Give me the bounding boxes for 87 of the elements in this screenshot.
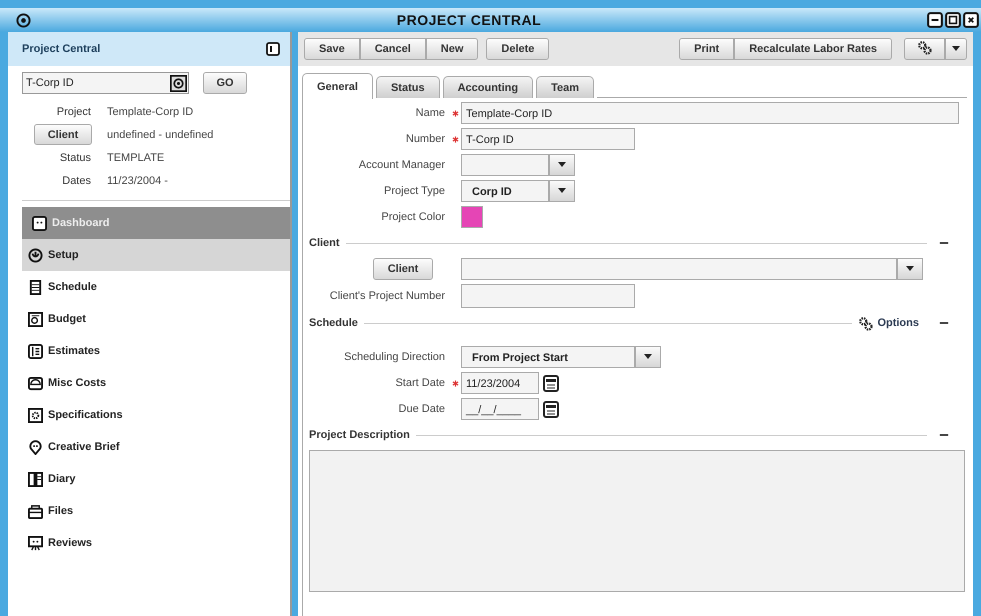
calendar-icon[interactable] <box>541 399 561 419</box>
gears-icon <box>917 40 932 55</box>
gears-icon <box>858 316 874 330</box>
target-icon[interactable] <box>170 74 187 92</box>
info-label: Project <box>56 106 91 118</box>
caret-icon <box>558 188 566 194</box>
caret-icon <box>906 266 914 272</box>
app-icon <box>16 12 31 28</box>
tab[interactable]: Status <box>376 76 440 98</box>
list-icon <box>28 280 43 294</box>
toolbar-button[interactable]: Print <box>679 38 734 60</box>
briefcase-icon <box>28 504 43 518</box>
sidebar-title: Project Central <box>22 43 100 55</box>
settings-button[interactable] <box>904 38 945 60</box>
info-value: 11/23/2004 - <box>107 174 168 186</box>
section-title: Client <box>309 237 340 249</box>
nav-item[interactable]: Estimates <box>22 335 290 367</box>
panel-icon[interactable] <box>266 42 280 56</box>
info-value: Template-Corp ID <box>107 106 194 118</box>
go-button[interactable]: GO <box>203 72 247 94</box>
caret-icon <box>644 354 652 360</box>
caret-icon <box>952 46 960 52</box>
toolbar-button[interactable]: Recalculate Labor Rates <box>734 38 892 60</box>
toolbar-button[interactable]: Cancel <box>360 38 426 60</box>
info-value: TEMPLATE <box>107 152 164 164</box>
dropdown-button[interactable] <box>549 154 575 176</box>
info-value: undefined - undefined <box>107 128 214 140</box>
section-title: Schedule <box>309 317 358 329</box>
close-icon[interactable] <box>963 12 979 28</box>
description-field[interactable] <box>309 450 965 592</box>
text-field[interactable]: T-Corp ID <box>461 128 635 150</box>
date-field[interactable]: __/__/____ <box>461 398 539 420</box>
monitor-icon <box>32 216 47 230</box>
date-field[interactable]: 11/23/2004 <box>461 372 539 394</box>
field-label: Due Date <box>398 403 446 415</box>
section-title: Project Description <box>309 429 410 441</box>
toolbar-button[interactable]: New <box>426 38 478 60</box>
nav-item[interactable]: Reviews <box>22 527 290 559</box>
calendar-icon[interactable] <box>541 373 561 393</box>
options-button[interactable]: Options <box>858 316 919 330</box>
client-button[interactable]: Client <box>373 258 433 280</box>
dropdown-field[interactable] <box>461 258 897 280</box>
info-label: Dates <box>62 174 91 186</box>
field-label: Project Type <box>383 185 446 197</box>
caret-icon <box>558 162 566 168</box>
field-label: Client's Project Number <box>328 290 446 302</box>
toolbar-button[interactable]: Delete <box>486 38 550 60</box>
nav-item[interactable]: Files <box>22 495 290 527</box>
field-label: Account Manager <box>358 159 446 171</box>
field-label: Name <box>414 107 446 119</box>
dropdown-button[interactable] <box>549 180 575 202</box>
tray-icon <box>28 376 43 390</box>
nav-item[interactable]: Creative Brief <box>22 431 290 463</box>
nav-item[interactable]: Diary <box>22 463 290 495</box>
minimize-icon[interactable] <box>927 12 943 28</box>
toolbar-button[interactable]: Save <box>304 38 360 60</box>
nav-item[interactable]: Setup <box>22 239 290 271</box>
window-title: PROJECT CENTRAL <box>396 12 542 28</box>
pin-icon <box>28 440 43 454</box>
dropdown-field[interactable]: Corp ID <box>461 180 549 202</box>
dropdown-field[interactable] <box>461 154 549 176</box>
tab[interactable]: General <box>302 73 373 99</box>
gear-icon <box>28 408 43 422</box>
tab[interactable]: Accounting <box>442 76 534 98</box>
dropdown-button[interactable] <box>945 38 967 60</box>
field-label: Project Color <box>380 211 446 223</box>
search-field[interactable]: T-Corp ID <box>22 72 189 94</box>
dropdown-button[interactable] <box>897 258 923 280</box>
book-icon <box>28 472 43 486</box>
field-label: Scheduling Direction <box>343 351 446 363</box>
text-field[interactable] <box>461 284 635 308</box>
dropdown-field[interactable]: From Project Start <box>461 346 635 368</box>
info-label: Status <box>60 152 91 164</box>
field-label: Number <box>404 133 446 145</box>
easel-icon <box>28 536 43 550</box>
text-field[interactable]: Template-Corp ID <box>461 102 959 124</box>
dropdown-button[interactable] <box>635 346 661 368</box>
nav-item[interactable]: Budget <box>22 303 290 335</box>
nav-item[interactable]: Specifications <box>22 399 290 431</box>
nav-item[interactable]: Misc Costs <box>22 367 290 399</box>
maximize-icon[interactable] <box>945 12 961 28</box>
field-label: Start Date <box>394 377 446 389</box>
doc-icon <box>28 344 43 358</box>
nav-item[interactable]: Schedule <box>22 271 290 303</box>
color-swatch[interactable] <box>461 206 483 228</box>
client-button[interactable]: Client <box>34 124 92 145</box>
tab[interactable]: Team <box>536 76 594 98</box>
